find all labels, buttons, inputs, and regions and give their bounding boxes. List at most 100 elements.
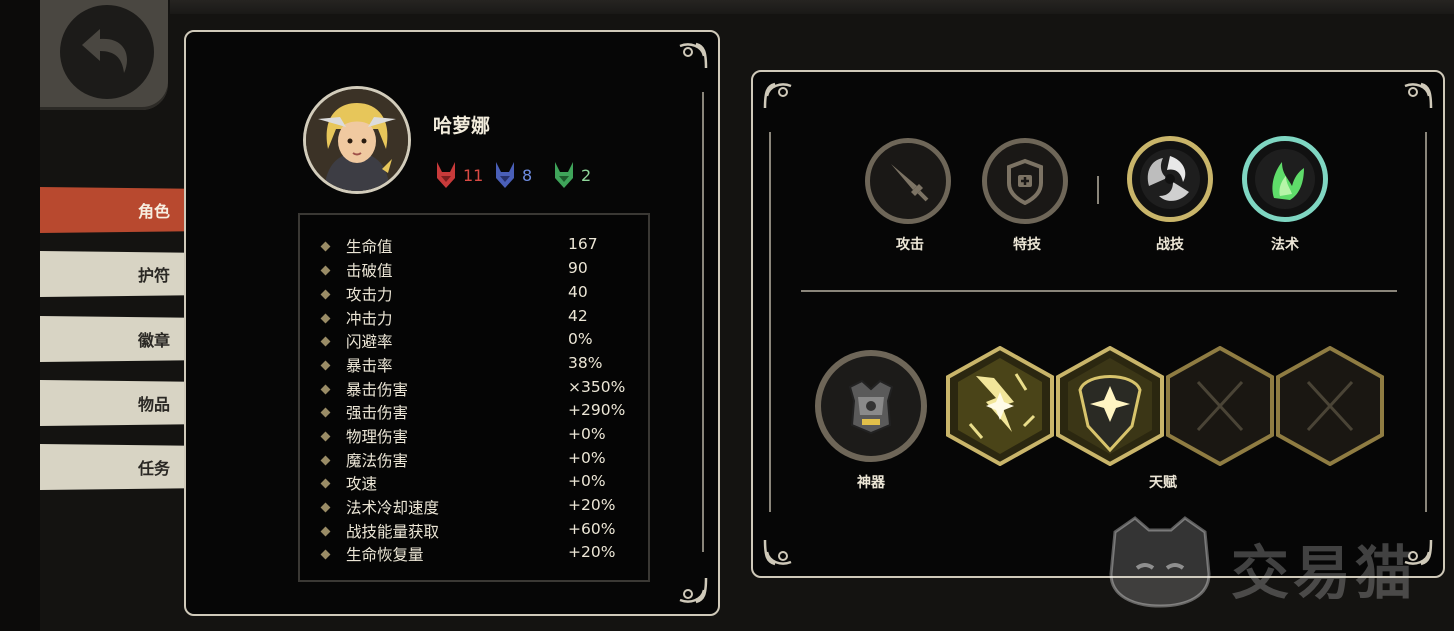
stat-row: 暴击伤害 ×350% (320, 378, 642, 402)
faction-green: 2 (553, 160, 591, 190)
stat-row: 击破值 90 (320, 259, 642, 283)
skill-magic[interactable] (1242, 136, 1328, 222)
hero-name: 哈萝娜 (433, 115, 491, 137)
bullet-diamond-icon (320, 265, 331, 276)
bullet-diamond-icon (320, 360, 331, 371)
stat-value: 167 (568, 235, 598, 253)
artifact-slot[interactable] (815, 350, 927, 462)
faction-red: 11 (435, 160, 483, 190)
stat-name: 攻速 (346, 475, 378, 493)
stat-name: 战技能量获取 (346, 523, 440, 541)
stat-row: 攻击力 40 (320, 283, 642, 307)
stat-value: +60% (568, 520, 616, 538)
watermark: 交易猫 (1105, 512, 1435, 610)
stat-row: 冲击力 42 (320, 307, 642, 331)
stat-value: +290% (568, 401, 626, 419)
stat-name: 攻击力 (346, 286, 393, 304)
sword-icon (891, 164, 929, 202)
green-beast-icon (555, 162, 573, 188)
skill-combat-label: 战技 (1156, 237, 1184, 253)
corner-ornament-icon (763, 82, 792, 109)
armor-artifact-icon (848, 379, 894, 435)
skills-panel (751, 70, 1445, 578)
stat-name: 法术冷却速度 (346, 499, 440, 517)
stat-value: ×350% (568, 378, 626, 396)
bullet-diamond-icon (320, 478, 331, 489)
bullet-diamond-icon (320, 455, 331, 466)
stat-value: +0% (568, 472, 606, 490)
artifact-label: 神器 (857, 475, 885, 491)
bullet-diamond-icon (320, 526, 331, 537)
talent-slot-crest[interactable] (1056, 346, 1164, 466)
skill-separator (1097, 176, 1099, 204)
talent-label: 天赋 (1149, 475, 1177, 491)
stat-value: 42 (568, 307, 588, 325)
back-button[interactable] (60, 5, 154, 99)
faction-blue: 8 (494, 160, 532, 190)
corner-ornament-icon (679, 42, 708, 69)
corner-ornament-icon (679, 577, 708, 604)
stat-value: +20% (568, 543, 616, 561)
stat-row: 暴击率 38% (320, 354, 642, 378)
stat-row: 攻速 +0% (320, 472, 642, 496)
stat-value: 40 (568, 283, 588, 301)
section-divider (801, 290, 1397, 292)
stat-name: 物理伤害 (346, 428, 409, 446)
stat-name: 冲击力 (346, 310, 393, 328)
stat-name: 暴击率 (346, 357, 393, 375)
faction-blue-count: 8 (522, 165, 533, 185)
faction-green-count: 2 (581, 165, 592, 185)
talent-slot-lightning[interactable] (946, 346, 1054, 466)
bullet-diamond-icon (320, 289, 331, 300)
bullet-diamond-icon (320, 384, 331, 395)
green-flame-icon (1255, 149, 1315, 209)
panel-rail-left (769, 132, 771, 512)
stat-value: 90 (568, 259, 588, 277)
bullet-diamond-icon (320, 241, 331, 252)
blue-beast-icon (496, 162, 514, 188)
panel-rail-right (1425, 132, 1427, 512)
corner-ornament-icon (763, 539, 792, 566)
stat-name: 击破值 (346, 262, 393, 280)
stat-name: 生命恢复量 (346, 546, 424, 564)
corner-ornament-icon (1404, 82, 1433, 109)
bullet-diamond-icon (320, 431, 331, 442)
skill-combat[interactable] (1127, 136, 1213, 222)
stat-value: +0% (568, 425, 606, 443)
stat-name: 闪避率 (346, 333, 393, 351)
left-edge (0, 0, 40, 631)
stat-row: 战技能量获取 +60% (320, 520, 642, 544)
stat-value: 38% (568, 354, 603, 372)
cat-logo-icon (1109, 516, 1211, 608)
stat-value: +0% (568, 449, 606, 467)
back-arrow-icon (82, 29, 127, 73)
faction-red-count: 11 (463, 165, 484, 185)
stat-row: 物理伤害 +0% (320, 425, 642, 449)
stat-row: 魔法伤害 +0% (320, 449, 642, 473)
bullet-diamond-icon (320, 407, 331, 418)
skill-magic-label: 法术 (1271, 237, 1299, 253)
skill-attack-label: 攻击 (896, 237, 924, 253)
skill-attack[interactable] (865, 138, 951, 224)
skill-special[interactable] (982, 138, 1068, 224)
stat-name: 暴击伤害 (346, 381, 409, 399)
bullet-diamond-icon (320, 336, 331, 347)
bullet-diamond-icon (320, 502, 331, 513)
stat-name: 魔法伤害 (346, 452, 409, 470)
stat-row: 闪避率 0% (320, 330, 642, 354)
swirl-blades-icon (1140, 149, 1200, 209)
panel-rail (702, 92, 704, 552)
stat-row: 生命恢复量 +20% (320, 543, 642, 567)
hero-portrait[interactable] (303, 86, 411, 194)
stat-value: +20% (568, 496, 616, 514)
stat-name: 强击伤害 (346, 404, 409, 422)
stat-row: 生命值 167 (320, 235, 642, 259)
stat-value: 0% (568, 330, 593, 348)
skill-special-label: 特技 (1013, 237, 1041, 253)
talent-slot-empty[interactable] (1276, 346, 1384, 466)
red-beast-icon (437, 162, 455, 188)
talent-slot-empty[interactable] (1166, 346, 1274, 466)
shield-cross-icon (1007, 158, 1043, 205)
watermark-text: 交易猫 (1231, 539, 1418, 607)
stat-name: 生命值 (346, 238, 393, 256)
